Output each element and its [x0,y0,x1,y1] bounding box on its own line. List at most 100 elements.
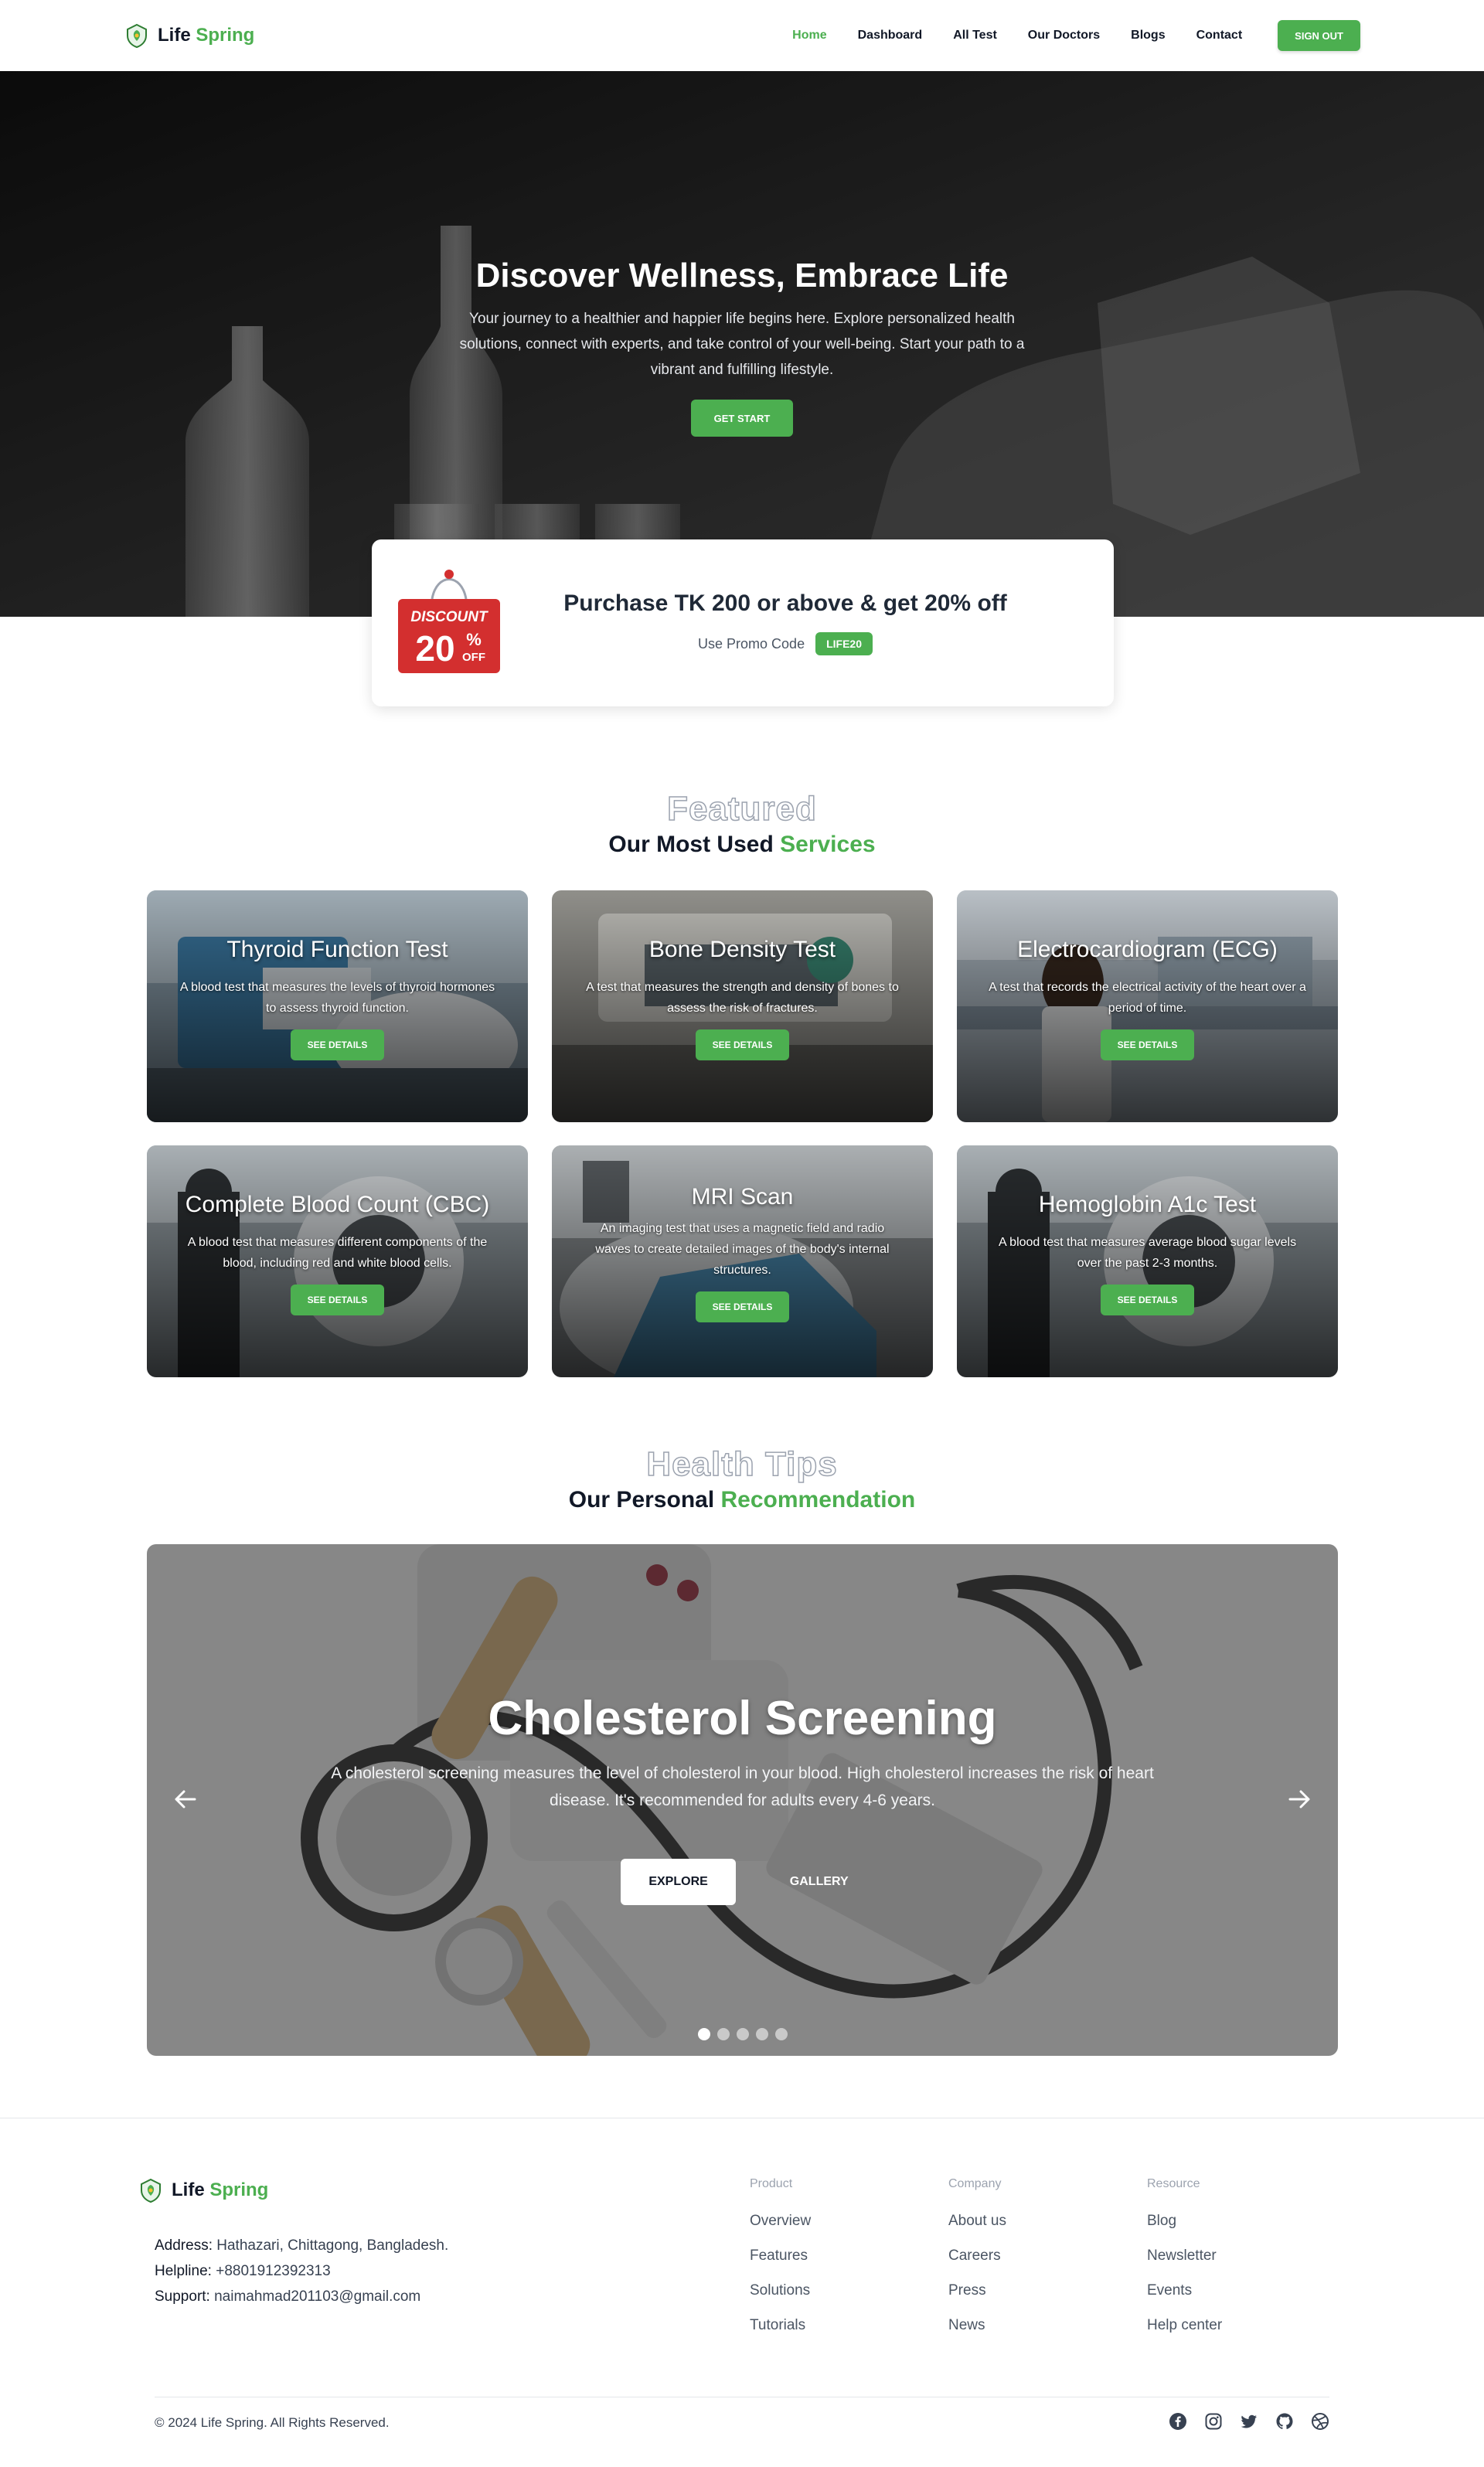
footer-contact: Address: Hathazari, Chittagong, Banglade… [155,2233,448,2309]
health-tips-outline-title: Health Tips [646,1444,838,1484]
carousel-slide-content: Cholesterol Screening A cholesterol scre… [147,1691,1338,1905]
footer-link-press[interactable]: Press [948,2282,1118,2299]
carousel-dot[interactable] [774,2028,788,2040]
promo-code-row: Use Promo Code LIFE20 [503,632,1067,655]
footer-link-overview[interactable]: Overview [750,2213,920,2230]
service-card-desc: An imaging test that uses a magnetic fie… [595,1222,890,1277]
svg-text:DISCOUNT: DISCOUNT [410,609,488,625]
footer-link-about-us[interactable]: About us [948,2213,1118,2230]
social-links [1169,2412,1329,2431]
github-icon[interactable] [1275,2412,1294,2431]
service-card-desc: A blood test that measures different com… [187,1236,488,1270]
sign-out-button[interactable]: SIGN OUT [1278,20,1360,51]
service-card-desc: A blood test that measures average blood… [998,1236,1297,1270]
service-card: Electrocardiogram (ECG) A test that reco… [957,890,1338,1122]
slide-description: A cholesterol screening measures the lev… [331,1764,1154,1809]
service-card: Thyroid Function Test A blood test that … [147,890,528,1122]
footer-link-solutions[interactable]: Solutions [750,2282,920,2299]
copyright-text: © 2024 Life Spring. All Rights Reserved. [155,2415,390,2430]
nav-home[interactable]: Home [792,29,826,43]
brand[interactable]: Life Spring [124,22,254,49]
see-details-button[interactable]: SEE DETAILS [695,1029,790,1060]
footer-helpline: Helpline: +8801912392313 [155,2263,331,2279]
footer-link-careers[interactable]: Careers [948,2248,1118,2265]
slide-actions: EXPLORE GALLERY [147,1859,1338,1905]
hero-subtitle: Your journey to a healthier and happier … [459,311,1025,378]
tips-heading: Health Tips Our Personal Recommendation [0,1444,1484,1513]
footer-column-product: Product Overview Features Solutions Tuto… [750,2177,920,2352]
nav-dashboard[interactable]: Dashboard [858,29,923,43]
hero-title: Discover Wellness, Embrace Life [475,257,1009,294]
footer-link-news[interactable]: News [948,2317,1118,2334]
arrow-left-icon[interactable] [170,1784,201,1815]
hero-content: Discover Wellness, Embrace Life Your jou… [0,257,1484,437]
services-title: Our Most Used Services [608,832,876,857]
life-spring-logo-icon [141,2178,161,2203]
footer-column-resource: Resource Blog Newsletter Events Help cen… [1147,2177,1317,2352]
carousel-dot[interactable] [697,2028,710,2040]
carousel-dots [147,2028,1338,2040]
promo-code-badge[interactable]: LIFE20 [815,632,873,655]
service-card-title: Bone Density Test [648,937,836,962]
gallery-button[interactable]: GALLERY [774,1859,864,1905]
services-heading: Featured Our Most Used Services [0,789,1484,858]
footer-link-features[interactable]: Features [750,2248,920,2265]
svg-text:20: 20 [415,628,454,669]
promo-code-label: Use Promo Code [698,635,805,652]
brand-name: Life Spring [172,2179,269,2200]
brand-name: Life Spring [158,25,255,46]
see-details-button[interactable]: SEE DETAILS [695,1291,790,1322]
arrow-right-icon[interactable] [1284,1784,1315,1815]
slide-title: Cholesterol Screening [488,1692,997,1745]
footer-link-newsletter[interactable]: Newsletter [1147,2248,1317,2265]
services-grid: Thyroid Function Test A blood test that … [147,890,1338,1377]
twitter-icon[interactable] [1240,2412,1258,2431]
see-details-button[interactable]: SEE DETAILS [1100,1029,1195,1060]
promo-title: Purchase TK 200 or above & get 20% off [563,590,1007,616]
service-card-desc: A blood test that measures the levels of… [179,981,495,1015]
featured-outline-title: Featured [666,789,817,829]
footer-column-title: Resource [1147,2177,1200,2190]
carousel-dot[interactable] [755,2028,768,2040]
nav-blogs[interactable]: Blogs [1131,29,1165,43]
footer-link-events[interactable]: Events [1147,2282,1317,2299]
top-navbar: Life Spring Home Dashboard All Test Our … [0,0,1484,71]
health-tips-carousel: Cholesterol Screening A cholesterol scre… [147,1544,1338,2056]
facebook-icon[interactable] [1169,2412,1187,2431]
service-card-title: Hemoglobin A1c Test [1038,1192,1257,1217]
carousel-dot[interactable] [716,2028,730,2040]
life-spring-logo-icon [127,23,147,49]
dribbble-icon[interactable] [1311,2412,1329,2431]
footer-link-blog[interactable]: Blog [1147,2213,1317,2230]
footer-address: Address: Hathazari, Chittagong, Banglade… [155,2237,449,2254]
explore-button[interactable]: EXPLORE [621,1859,736,1905]
footer-support: Support: naimahmad201103@gmail.com [155,2288,421,2305]
footer-link-help-center[interactable]: Help center [1147,2317,1317,2334]
service-card-title: Complete Blood Count (CBC) [185,1192,490,1217]
carousel-dot[interactable] [736,2028,749,2040]
service-card-desc: A test that records the electrical activ… [989,981,1306,1015]
get-start-button[interactable]: GET START [690,400,794,437]
see-details-button[interactable]: SEE DETAILS [290,1029,385,1060]
footer-column-company: Company About us Careers Press News [948,2177,1118,2352]
footer-link-tutorials[interactable]: Tutorials [750,2317,920,2334]
instagram-icon[interactable] [1204,2412,1223,2431]
nav-links: Home Dashboard All Test Our Doctors Blog… [792,20,1360,51]
service-card: Bone Density Test A test that measures t… [552,890,933,1122]
promo-text: Purchase TK 200 or above & get 20% off U… [503,590,1114,655]
service-card: Complete Blood Count (CBC) A blood test … [147,1145,528,1377]
footer-column-title: Company [948,2177,1002,2190]
nav-our-doctors[interactable]: Our Doctors [1028,29,1100,43]
nav-all-test[interactable]: All Test [953,29,997,43]
service-card-desc: A test that measures the strength and de… [586,981,899,1015]
promo-card: DISCOUNT 20 % OFF Purchase TK 200 or abo… [372,539,1114,706]
see-details-button[interactable]: SEE DETAILS [1100,1285,1195,1315]
tips-title: Our Personal Recommendation [568,1487,916,1513]
see-details-button[interactable]: SEE DETAILS [290,1285,385,1315]
footer: Life Spring Address: Hathazari, Chittago… [0,2118,1484,2467]
footer-brand[interactable]: Life Spring [138,2177,268,2203]
service-card-title: Thyroid Function Test [226,937,448,962]
nav-contact[interactable]: Contact [1196,29,1243,43]
service-card-title: Electrocardiogram (ECG) [1017,937,1278,962]
discount-tag-icon: DISCOUNT 20 % OFF [395,565,503,681]
